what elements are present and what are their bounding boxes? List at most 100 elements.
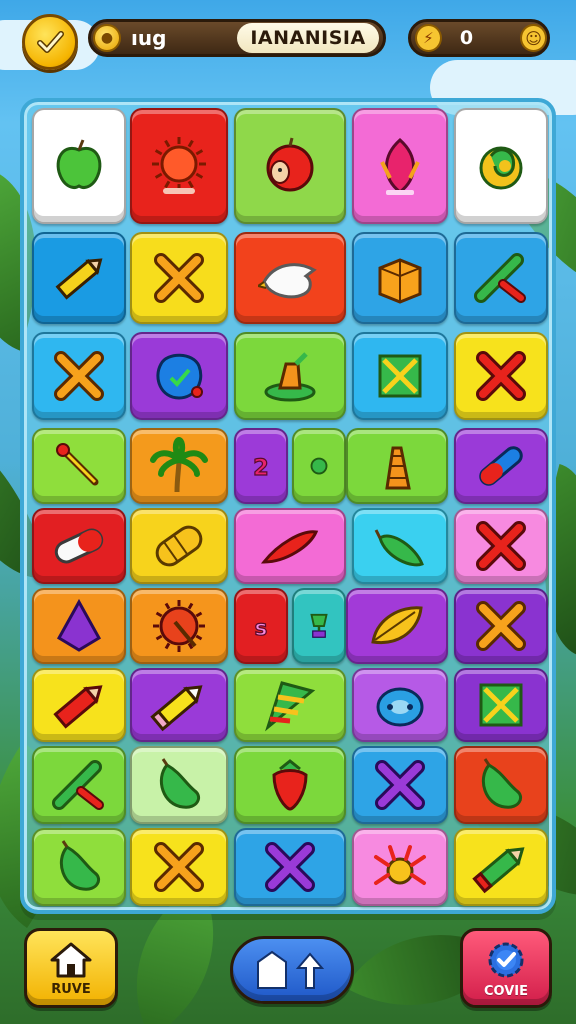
red-blue-capsule-icon xyxy=(479,446,523,486)
board-tile-pink-s[interactable]: s xyxy=(234,588,288,664)
yellow-leaf-icon xyxy=(371,606,423,645)
board-tile-purple-gem[interactable] xyxy=(32,588,126,664)
board-tile-red-wheel[interactable] xyxy=(130,588,228,664)
cove-button[interactable]: COVIE xyxy=(460,928,552,1008)
green-pepper-icon xyxy=(59,840,100,891)
red-x-icon xyxy=(476,351,526,401)
score-panel: ⚡ 0 ☺ xyxy=(408,19,550,57)
lightning-icon: ⚡ xyxy=(415,24,442,52)
orange-x-icon xyxy=(154,253,204,303)
board-tile-orange-x[interactable] xyxy=(32,332,126,420)
board-tile-green-pepper[interactable] xyxy=(454,746,548,824)
board-tile-green-pencil[interactable] xyxy=(454,828,548,906)
green-x-square-icon xyxy=(479,683,523,727)
orange-cone-icon xyxy=(385,446,411,490)
check-icon xyxy=(37,31,64,53)
home-button-label: RUVE xyxy=(51,981,91,997)
board-tile-pink-bug[interactable] xyxy=(352,828,448,906)
red-carrot-icon xyxy=(260,530,319,564)
board-tile-green-pepper[interactable] xyxy=(32,828,126,906)
score-value: 0 xyxy=(459,27,474,49)
board-tile-green-cup[interactable] xyxy=(234,332,346,420)
blue-egg-icon xyxy=(376,687,424,727)
red-apple-face-icon xyxy=(266,137,314,192)
board-tile-white-pencil[interactable] xyxy=(130,668,228,742)
board-tile-green-red-pencil[interactable] xyxy=(454,232,548,324)
pink-bug-icon xyxy=(374,845,426,885)
cove-button-label: COVIE xyxy=(483,983,529,999)
board-tile-green-apple[interactable] xyxy=(32,108,126,224)
rainbow-wedge-icon xyxy=(265,681,316,732)
palm-tree-icon xyxy=(150,437,208,493)
green-yellow-fruit-icon xyxy=(479,146,523,190)
game-title: IANANISIA xyxy=(237,23,379,53)
board-tile-green-yellow-fruit[interactable] xyxy=(454,108,548,224)
svg-text:2: 2 xyxy=(253,455,269,481)
matchstick-icon xyxy=(56,443,99,486)
board-tile-yellow-loaf[interactable] xyxy=(130,508,228,584)
board-tile-white-bird[interactable] xyxy=(234,232,346,324)
board-tile-green-trophy[interactable] xyxy=(292,588,346,664)
hud-bar: ● ıug IANANISIA ⚡ 0 ☺ xyxy=(0,14,576,70)
board-tile-rainbow-wedge[interactable] xyxy=(234,668,346,742)
board-tile-orange-x[interactable] xyxy=(130,232,228,324)
green-cucumber-icon xyxy=(374,529,424,567)
board-tile-green-pepper[interactable] xyxy=(130,746,228,824)
board-tile-red-apple-face[interactable] xyxy=(234,108,346,224)
board-tile-purple-x[interactable] xyxy=(234,828,346,906)
board-tile-orange-x[interactable] xyxy=(130,828,228,906)
board-tile-green-x-square[interactable] xyxy=(454,668,548,742)
board-tile-red-carrot[interactable] xyxy=(234,508,346,584)
board-tile-white-capsule[interactable] xyxy=(32,508,126,584)
board-tile-purple-x[interactable] xyxy=(352,746,448,824)
board-tile-palm-tree[interactable] xyxy=(130,428,228,504)
board-tile-yellow-pencil[interactable] xyxy=(32,232,126,324)
board-tile-blue-egg[interactable] xyxy=(352,668,448,742)
board-tile-blue-blob-check[interactable] xyxy=(130,332,228,420)
board-tile-red-strawberry[interactable] xyxy=(234,746,346,824)
board-tile-orange-box[interactable] xyxy=(352,232,448,324)
green-red-pencil-icon xyxy=(474,253,526,303)
board-tile-green-red-pencil[interactable] xyxy=(32,746,126,824)
board-tile-red-sun-fruit[interactable] xyxy=(130,108,228,224)
small-2-icon: 2 xyxy=(253,454,270,481)
board-tile-matchstick[interactable] xyxy=(32,428,126,504)
red-pencil-icon xyxy=(53,685,103,729)
red-x-icon xyxy=(476,521,526,571)
red-wheel-icon xyxy=(153,600,205,652)
coin-icon: ● xyxy=(93,24,121,52)
green-cup-icon xyxy=(264,352,316,402)
check-button[interactable] xyxy=(22,14,78,70)
board-tile-red-blue-capsule[interactable] xyxy=(454,428,548,504)
yellow-loaf-icon xyxy=(155,525,203,567)
game-board: 2s xyxy=(20,98,556,914)
board-tile-small-2[interactable]: 2 xyxy=(234,428,288,504)
home-button[interactable]: RUVE xyxy=(24,928,118,1008)
green-pepper-icon xyxy=(481,758,522,809)
svg-text:s: s xyxy=(255,616,268,641)
green-dot-icon xyxy=(310,457,328,475)
board-tile-green-x-square[interactable] xyxy=(352,332,448,420)
board-tile-red-x[interactable] xyxy=(454,332,548,420)
board-tile-orange-cone[interactable] xyxy=(346,428,448,504)
move-button[interactable] xyxy=(230,936,354,1004)
smiley-icon: ☺ xyxy=(520,24,547,52)
orange-x-icon xyxy=(154,842,204,892)
level-text: ıug xyxy=(131,26,167,50)
board-tile-green-cucumber[interactable] xyxy=(352,508,448,584)
board-tile-green-dot[interactable] xyxy=(292,428,346,504)
pink-leaf-icon xyxy=(380,137,420,195)
board-tile-orange-x[interactable] xyxy=(454,588,548,664)
orange-box-icon xyxy=(378,258,422,304)
orange-x-icon xyxy=(54,351,104,401)
green-trophy-icon xyxy=(310,613,328,638)
white-bird-icon xyxy=(258,263,317,299)
board-tile-pink-leaf[interactable] xyxy=(352,108,448,224)
red-sun-fruit-icon xyxy=(152,137,206,194)
green-apple-icon xyxy=(56,139,102,189)
purple-x-icon xyxy=(265,842,315,892)
green-red-pencil-icon xyxy=(52,760,104,810)
board-tile-red-pencil[interactable] xyxy=(32,668,126,742)
board-tile-red-x[interactable] xyxy=(454,508,548,584)
board-tile-yellow-leaf[interactable] xyxy=(346,588,448,664)
